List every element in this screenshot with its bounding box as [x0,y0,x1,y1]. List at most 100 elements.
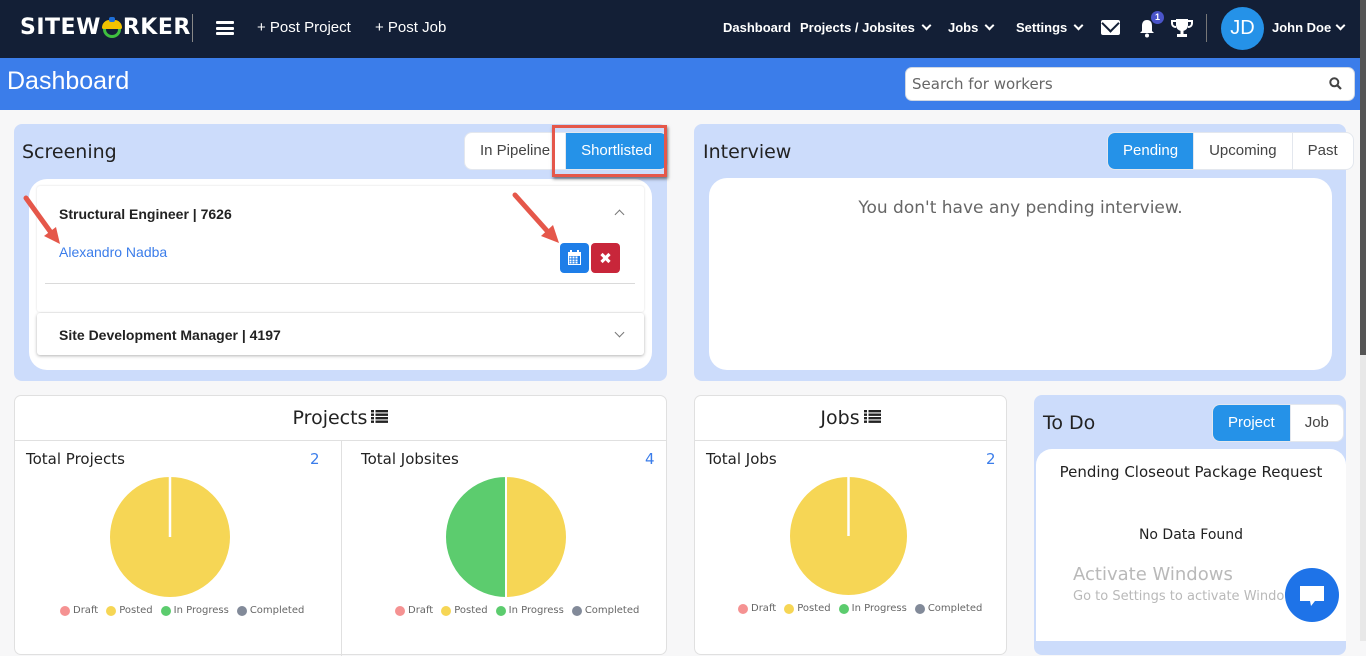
nav-dashboard[interactable]: Dashboard [723,20,791,35]
total-jobs-value[interactable]: 2 [986,450,996,468]
legend-item-in-progress[interactable]: In Progress [160,605,229,616]
jobsites-pie-chart [444,475,568,599]
jobs-card-header[interactable]: Jobs [695,396,1006,441]
projects-card-title: Projects [292,407,368,429]
worker-search[interactable] [905,67,1355,101]
user-menu[interactable]: John Doe [1272,20,1346,35]
interview-empty-message: You don't have any pending interview. [858,198,1183,218]
legend-swatch [60,605,70,616]
list-icon [863,410,881,423]
legend-swatch [838,603,849,614]
scrollbar-thumb[interactable] [1360,0,1366,355]
divider [45,283,635,284]
total-jobs-label: Total Jobs [706,450,777,468]
legend-item-posted[interactable]: Posted [106,605,153,616]
pie-slice-posted[interactable] [505,475,568,599]
legend-item-completed[interactable]: Completed [914,603,983,614]
trophy-icon[interactable] [1171,18,1193,38]
legend-label: Completed [584,605,640,616]
legend-swatch [395,605,405,616]
legend-label: Posted [454,605,488,616]
post-project-link[interactable]: + Post Project [257,19,351,36]
job-title[interactable]: Structural Engineer | 7626 [59,206,232,222]
projects-pie-chart [108,475,232,599]
jobs-pie-chart [788,475,909,597]
projects-card-header[interactable]: Projects [15,396,666,441]
legend-item-draft[interactable]: Draft [395,605,433,616]
search-input[interactable] [906,68,1306,100]
total-jobsites-value[interactable]: 4 [645,450,655,468]
projects-chart-legend: Draft Posted In Progress Completed [60,605,304,616]
navbar-divider [1206,14,1207,42]
legend-swatch [738,603,748,614]
legend-label: Draft [73,605,99,616]
chevron-up-icon[interactable] [614,209,625,220]
legend-label: Completed [927,603,983,614]
chevron-down-icon [921,20,932,31]
legend-item-posted[interactable]: Posted [784,603,831,614]
mail-icon[interactable] [1101,20,1120,35]
worker-name-link[interactable]: Alexandro Nadba [59,244,167,260]
legend-label: In Progress [851,603,907,614]
tab-upcoming[interactable]: Upcoming [1193,133,1292,169]
jobs-card-title: Jobs [820,407,860,429]
legend-item-in-progress[interactable]: In Progress [838,603,907,614]
remove-worker-button[interactable] [591,243,620,273]
legend-label: Completed [249,605,305,616]
pie-slice-in-progress[interactable] [444,475,507,599]
nav-projects-jobsites[interactable]: Projects / Jobsites [800,20,932,35]
navbar-divider [192,14,193,42]
search-icon[interactable] [1329,77,1342,90]
chevron-down-icon [984,20,995,31]
sitewoker-logo[interactable]: SITEW RKER [20,15,191,40]
legend-label: Draft [408,605,434,616]
tab-project[interactable]: Project [1213,405,1290,441]
todo-title: To Do [1043,412,1096,434]
page-scrollbar[interactable] [1360,0,1366,641]
job-accordion-item: Site Development Manager | 4197 [37,313,644,355]
legend-item-posted[interactable]: Posted [441,605,488,616]
total-projects-label: Total Projects [26,450,125,468]
todo-section-title: Pending Closeout Package Request [1059,463,1323,481]
nav-settings[interactable]: Settings [1016,20,1084,35]
chevron-down-icon[interactable] [614,327,625,338]
legend-label: Posted [797,603,831,614]
calendar-icon [568,250,581,265]
tab-in-pipeline[interactable]: In Pipeline [465,133,565,169]
screening-title: Screening [22,141,117,163]
legend-swatch [106,605,117,616]
legend-swatch [571,605,582,616]
legend-swatch [441,605,452,616]
avatar[interactable]: JD [1221,7,1264,50]
legend-label: Draft [751,603,777,614]
todo-empty-message: No Data Found [1138,527,1244,543]
interview-title: Interview [703,141,792,163]
legend-item-completed[interactable]: Completed [571,605,640,616]
legend-label: In Progress [173,605,229,616]
legend-item-completed[interactable]: Completed [236,605,305,616]
annotation-arrow-icon [23,195,60,244]
jobs-chart-legend: Draft Posted In Progress Completed [738,603,982,614]
tab-past[interactable]: Past [1291,133,1353,169]
job-title[interactable]: Site Development Manager | 4197 [59,327,281,343]
legend-swatch [495,605,506,616]
hamburger-menu-icon[interactable] [216,21,234,35]
legend-label: Posted [119,605,153,616]
legend-swatch [236,605,247,616]
hardhat-logo-icon [101,16,122,38]
chat-button[interactable] [1285,568,1339,622]
legend-item-in-progress[interactable]: In Progress [495,605,564,616]
legend-item-draft[interactable]: Draft [60,605,98,616]
close-icon [600,252,611,264]
chevron-down-icon [1073,20,1084,31]
tab-job[interactable]: Job [1289,405,1343,441]
post-job-link[interactable]: + Post Job [375,19,446,36]
total-projects-value[interactable]: 2 [310,450,320,468]
tab-pending[interactable]: Pending [1108,133,1194,169]
legend-item-draft[interactable]: Draft [738,603,776,614]
divider [341,441,342,656]
schedule-interview-button[interactable] [560,243,589,273]
nav-jobs[interactable]: Jobs [948,20,995,35]
chat-bubble-icon [1300,586,1324,606]
todo-tabs: Project Job [1212,404,1344,442]
